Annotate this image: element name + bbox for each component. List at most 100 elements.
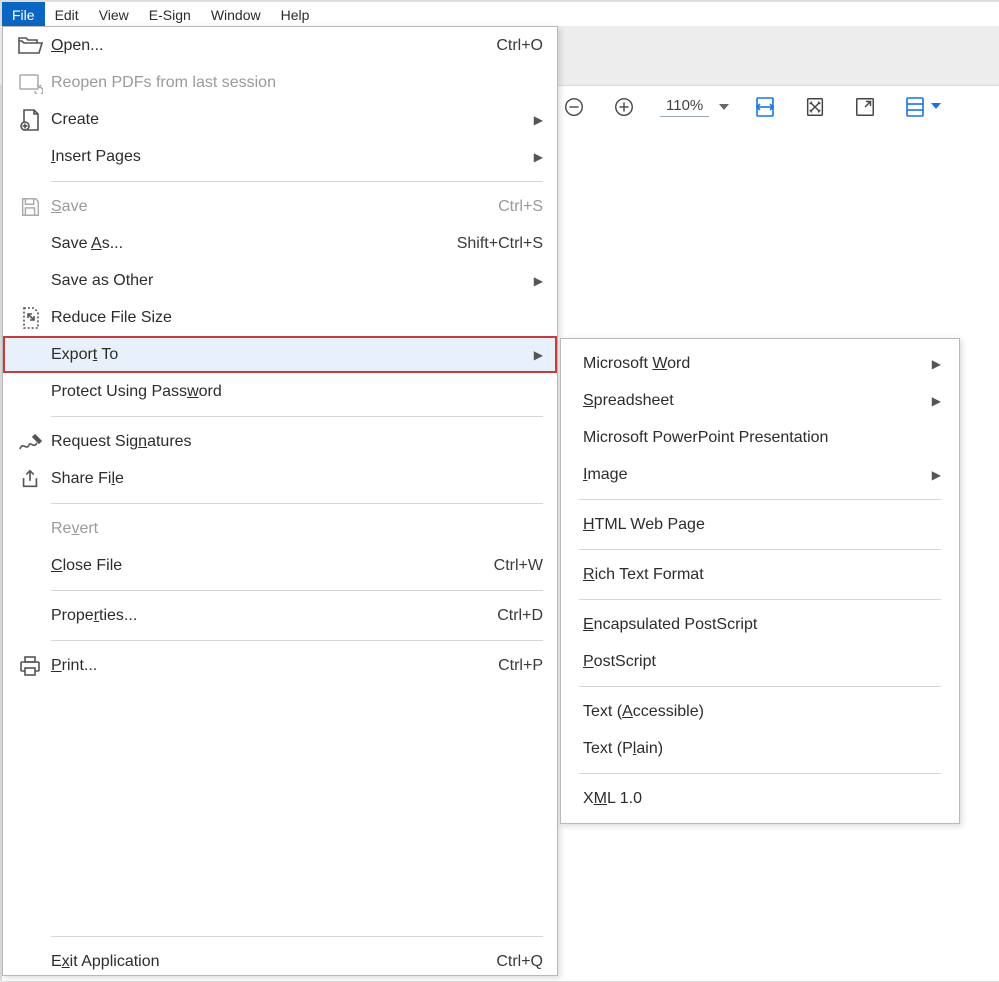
menu-item-label: Reduce File Size [51,309,543,327]
share-icon [13,465,47,493]
blank-icon [13,552,47,580]
menu-edit[interactable]: Edit [45,2,89,27]
fit-width-button[interactable] [751,93,779,121]
export-eps[interactable]: Encapsulated PostScript [561,606,959,643]
submenu-arrow-icon: ▶ [534,274,543,288]
menu-item-label: Create [51,111,524,129]
submenu-item-label: Image [583,466,932,484]
menu-file-label: File [12,7,35,23]
menu-item-label: Print... [51,657,498,675]
fullscreen-button[interactable] [851,93,879,121]
blank-icon [13,230,47,258]
submenu-arrow-icon: ▶ [534,150,543,164]
menu-open[interactable]: Open... Ctrl+O [3,27,557,64]
submenu-item-label: XML 1.0 [583,790,941,808]
menu-insert-pages[interactable]: Insert Pages ▶ [3,138,557,175]
menu-item-label: Reopen PDFs from last session [51,74,543,92]
blank-icon [13,948,47,976]
submenu-item-label: Encapsulated PostScript [583,616,941,634]
folder-open-icon [13,32,47,60]
chevron-down-icon [931,103,941,109]
menu-request-signatures[interactable]: Request Signatures [3,423,557,460]
menu-item-label: Request Signatures [51,433,543,451]
menu-file[interactable]: File [2,2,45,27]
submenu-separator [579,773,941,774]
menu-save: Save Ctrl+S [3,188,557,225]
menu-item-label: Save As... [51,235,457,253]
menu-item-label: Insert Pages [51,148,524,166]
menu-item-shortcut: Ctrl+W [494,557,543,575]
menu-item-shortcut: Ctrl+S [498,198,543,216]
menu-separator [51,416,543,417]
submenu-item-label: Rich Text Format [583,566,941,584]
menu-save-as-other[interactable]: Save as Other ▶ [3,262,557,299]
menu-window[interactable]: Window [201,2,271,27]
menu-close-file[interactable]: Close File Ctrl+W [3,547,557,584]
menu-share-file[interactable]: Share File [3,460,557,497]
menu-view[interactable]: View [89,2,139,27]
export-text-accessible[interactable]: Text (Accessible) [561,693,959,730]
signature-icon [13,428,47,456]
submenu-item-label: Microsoft PowerPoint Presentation [583,429,941,447]
export-image[interactable]: Image ▶ [561,456,959,493]
menu-help-label: Help [281,7,310,23]
export-spreadsheet[interactable]: Spreadsheet ▶ [561,382,959,419]
menu-separator [51,181,543,182]
export-word[interactable]: Microsoft Word ▶ [561,345,959,382]
submenu-item-label: Text (Accessible) [583,703,941,721]
menu-item-label: Close File [51,557,494,575]
save-icon [13,193,47,221]
menu-export-to[interactable]: Export To ▶ [3,336,557,373]
menu-edit-label: Edit [55,7,79,23]
menu-window-label: Window [211,7,261,23]
submenu-arrow-icon: ▶ [534,348,543,362]
export-xml[interactable]: XML 1.0 [561,780,959,817]
menu-properties[interactable]: Properties... Ctrl+D [3,597,557,634]
chevron-down-icon [719,104,729,110]
blank-icon [13,143,47,171]
export-text-plain[interactable]: Text (Plain) [561,730,959,767]
menu-item-label: Export To [51,346,524,364]
export-ps[interactable]: PostScript [561,643,959,680]
blank-icon [13,378,47,406]
submenu-item-label: PostScript [583,653,941,671]
submenu-separator [579,599,941,600]
toolbar-row: 110% [560,86,999,128]
export-to-submenu: Microsoft Word ▶ Spreadsheet ▶ Microsoft… [560,338,960,824]
submenu-item-label: Spreadsheet [583,392,932,410]
menu-item-shortcut: Ctrl+Q [496,953,543,971]
submenu-arrow-icon: ▶ [932,468,941,482]
blank-icon [13,515,47,543]
zoom-control[interactable]: 110% [660,97,729,117]
zoom-out-button[interactable] [560,93,588,121]
menu-create[interactable]: Create ▶ [3,101,557,138]
menu-view-label: View [99,7,129,23]
fit-page-button[interactable] [801,93,829,121]
zoom-in-button[interactable] [610,93,638,121]
menu-protect-password[interactable]: Protect Using Password [3,373,557,410]
menu-help[interactable]: Help [271,2,320,27]
menu-revert: Revert [3,510,557,547]
menu-item-label: Exit Application [51,953,496,971]
submenu-arrow-icon: ▶ [534,113,543,127]
menu-separator [51,640,543,641]
menu-print[interactable]: Print... Ctrl+P [3,647,557,684]
reduce-size-icon [13,304,47,332]
submenu-separator [579,499,941,500]
menu-esign[interactable]: E-Sign [139,2,201,27]
menu-separator [51,503,543,504]
blank-icon [13,602,47,630]
menu-exit[interactable]: Exit Application Ctrl+Q [3,943,557,980]
submenu-item-label: Microsoft Word [583,355,932,373]
export-rtf[interactable]: Rich Text Format [561,556,959,593]
zoom-value: 110% [660,97,709,117]
menu-spacer [3,684,557,930]
page-display-button[interactable] [901,93,929,121]
menu-save-as[interactable]: Save As... Shift+Ctrl+S [3,225,557,262]
menu-reduce-file-size[interactable]: Reduce File Size [3,299,557,336]
export-powerpoint[interactable]: Microsoft PowerPoint Presentation [561,419,959,456]
export-html[interactable]: HTML Web Page [561,506,959,543]
submenu-item-label: HTML Web Page [583,516,941,534]
menu-item-label: Share File [51,470,543,488]
submenu-separator [579,686,941,687]
